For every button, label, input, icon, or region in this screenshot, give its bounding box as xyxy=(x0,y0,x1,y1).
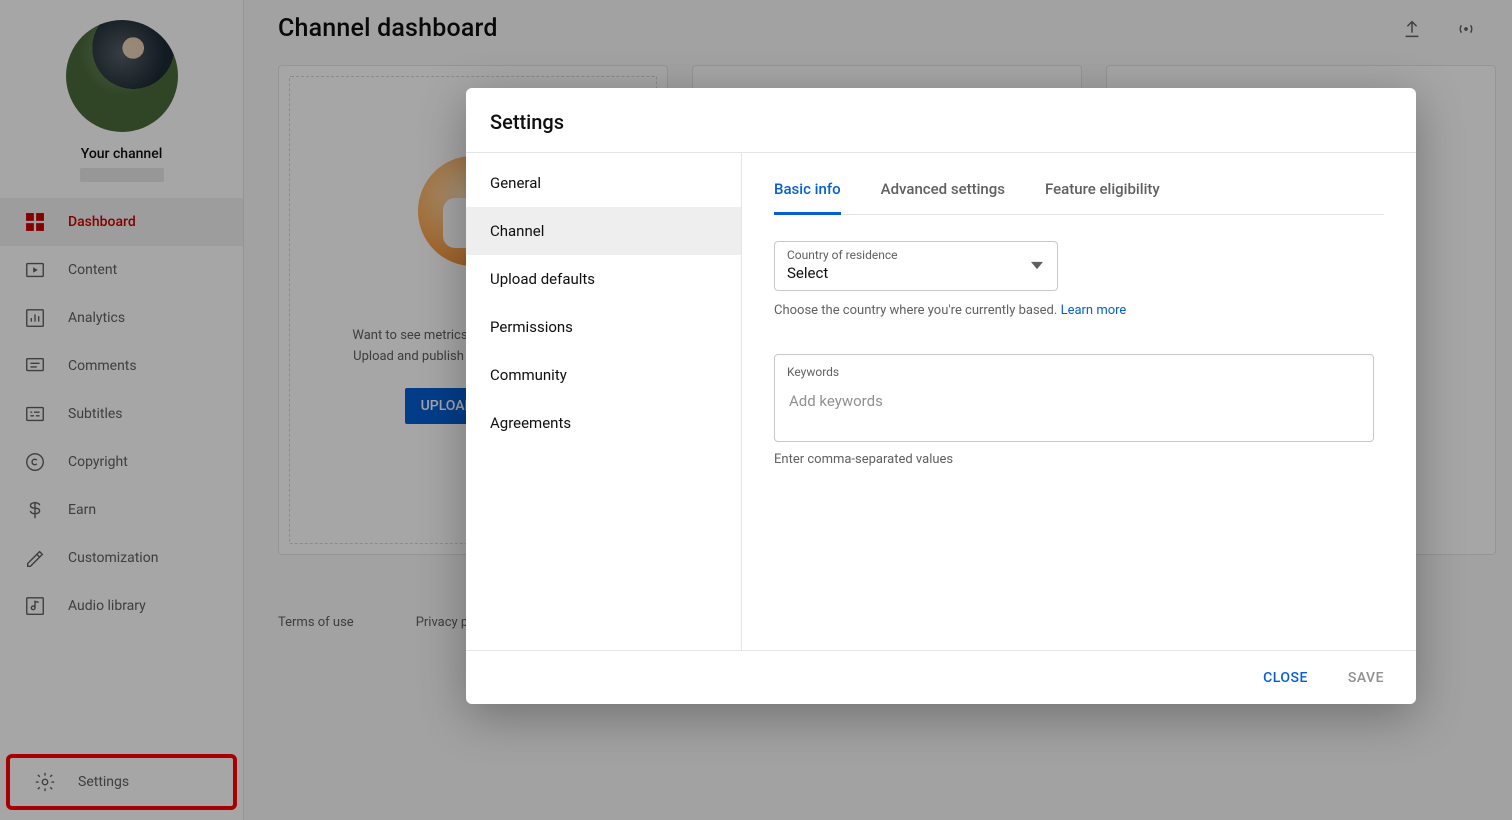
keywords-field[interactable]: Keywords xyxy=(774,354,1374,442)
tab-feature-eligibility[interactable]: Feature eligibility xyxy=(1045,180,1160,214)
tab-label: Feature eligibility xyxy=(1045,180,1160,198)
save-button[interactable]: SAVE xyxy=(1342,669,1390,687)
side-label: Channel xyxy=(490,222,544,240)
side-label: Permissions xyxy=(490,318,573,336)
close-button[interactable]: CLOSE xyxy=(1257,669,1314,687)
side-label: General xyxy=(490,174,541,192)
keywords-input[interactable] xyxy=(787,391,1361,411)
tab-basic-info[interactable]: Basic info xyxy=(774,180,841,214)
modal-body: General Channel Upload defaults Permissi… xyxy=(466,153,1416,650)
modal-footer: CLOSE SAVE xyxy=(466,650,1416,704)
keywords-helper: Enter comma-separated values xyxy=(774,452,1384,467)
modal-title: Settings xyxy=(466,88,1416,153)
country-helper-text: Choose the country where you're currentl… xyxy=(774,303,1057,318)
tab-label: Basic info xyxy=(774,180,841,198)
side-label: Community xyxy=(490,366,567,384)
modal-tabs: Basic info Advanced settings Feature eli… xyxy=(774,153,1384,215)
tab-label: Advanced settings xyxy=(881,180,1005,198)
country-value: Select xyxy=(787,264,1045,282)
side-item-community[interactable]: Community xyxy=(466,351,741,399)
side-item-agreements[interactable]: Agreements xyxy=(466,399,741,447)
chevron-down-icon xyxy=(1031,257,1043,276)
country-select[interactable]: Country of residence Select xyxy=(774,241,1058,291)
keywords-label: Keywords xyxy=(787,365,1361,379)
country-label: Country of residence xyxy=(787,248,1045,262)
side-item-permissions[interactable]: Permissions xyxy=(466,303,741,351)
side-item-upload-defaults[interactable]: Upload defaults xyxy=(466,255,741,303)
side-label: Upload defaults xyxy=(490,270,595,288)
modal-side-nav: General Channel Upload defaults Permissi… xyxy=(466,153,742,650)
learn-more-link[interactable]: Learn more xyxy=(1061,303,1127,318)
settings-modal: Settings General Channel Upload defaults… xyxy=(466,88,1416,704)
country-helper: Choose the country where you're currentl… xyxy=(774,303,1384,318)
side-item-channel[interactable]: Channel xyxy=(466,207,741,255)
tab-advanced-settings[interactable]: Advanced settings xyxy=(881,180,1005,214)
side-label: Agreements xyxy=(490,414,571,432)
side-item-general[interactable]: General xyxy=(466,159,741,207)
modal-content: Basic info Advanced settings Feature eli… xyxy=(742,153,1416,650)
country-field-block: Country of residence Select Choose the c… xyxy=(774,241,1384,318)
